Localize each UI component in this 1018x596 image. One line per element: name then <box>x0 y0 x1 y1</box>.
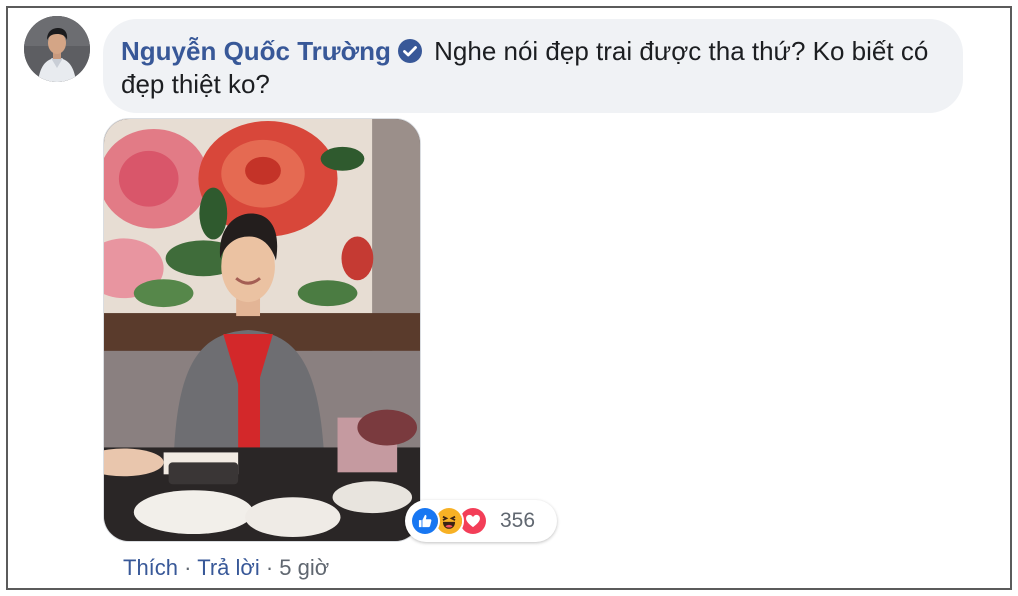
author-name-link[interactable]: Nguyễn Quốc Trường <box>121 36 391 66</box>
verified-badge-icon <box>397 38 423 64</box>
like-link[interactable]: Thích <box>123 555 178 580</box>
reply-link[interactable]: Trả lời <box>197 555 260 580</box>
reaction-count: 356 <box>500 509 536 532</box>
avatar[interactable] <box>24 16 90 82</box>
comment-actions: Thích · Trả lời · 5 giờ <box>123 555 329 581</box>
photo-image <box>104 119 420 541</box>
timestamp-link[interactable]: 5 giờ <box>279 555 329 580</box>
separator-dot: · <box>184 555 192 580</box>
like-icon <box>410 506 440 536</box>
comment-bubble: Nguyễn Quốc Trường Nghe nói đẹp trai đượ… <box>103 19 963 113</box>
avatar-photo <box>24 16 90 82</box>
comment-photo[interactable] <box>103 118 421 542</box>
reactions-summary[interactable]: 356 <box>405 500 557 542</box>
separator-dot: · <box>265 555 274 580</box>
